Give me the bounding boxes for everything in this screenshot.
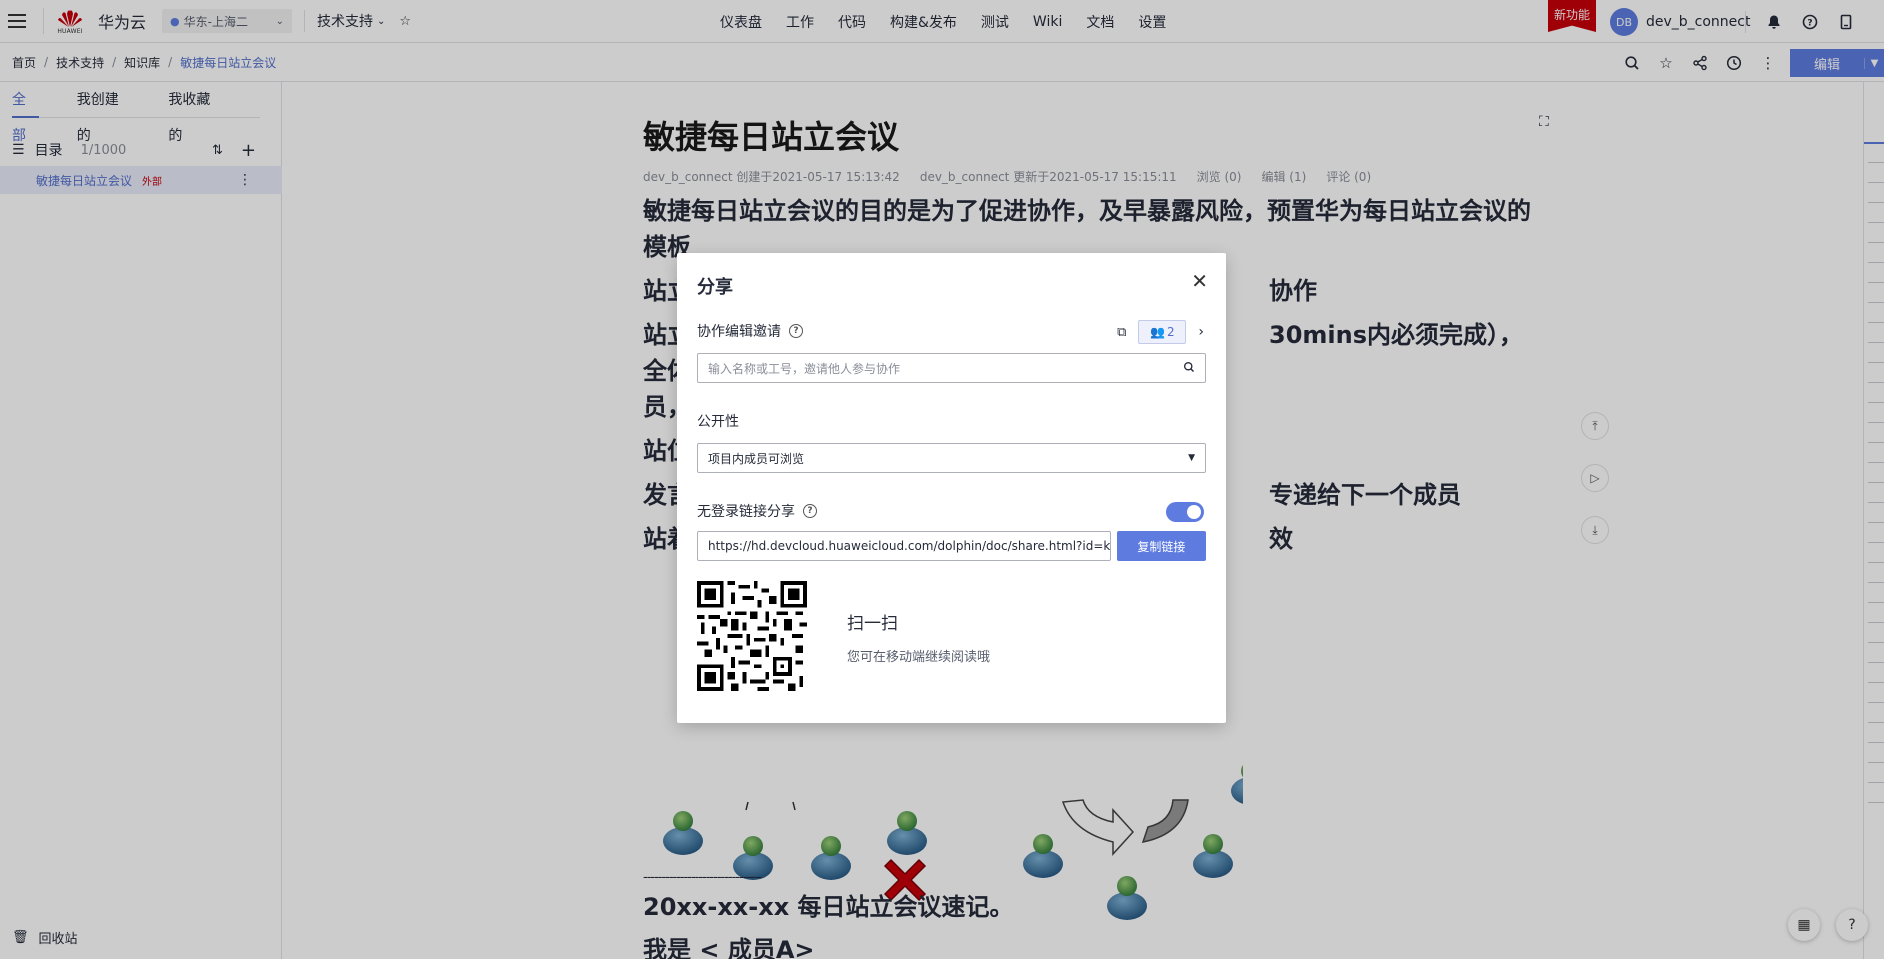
close-icon[interactable]: ✕ (1191, 271, 1208, 291)
visibility-select[interactable]: 项目内成员可浏览 ▼ (697, 443, 1206, 473)
visibility-label: 公开性 (697, 414, 739, 430)
help-icon[interactable]: ? (789, 324, 803, 338)
help-icon[interactable]: ? (803, 504, 817, 518)
invite-search-input[interactable]: 输入名称或工号，邀请他人参与协作 (697, 353, 1206, 383)
share-link-row: https://hd.devcloud.huaweicloud.com/dolp… (697, 531, 1206, 561)
invite-placeholder: 输入名称或工号，邀请他人参与协作 (708, 361, 901, 376)
nologin-share-label: 无登录链接分享 (697, 504, 795, 520)
member-count: 2 (1167, 325, 1175, 339)
share-link-input[interactable]: https://hd.devcloud.huaweicloud.com/dolp… (697, 531, 1111, 561)
users-icon: 👥 (1150, 325, 1166, 339)
chevron-right-icon[interactable]: › (1198, 324, 1204, 340)
collab-tools: ⧉ 👥 2 › (1117, 320, 1204, 344)
scan-info: 扫一扫 您可在移动端继续阅读哦 (847, 609, 990, 691)
nologin-share-label-row: 无登录链接分享 ? (697, 501, 1206, 521)
copy-icon[interactable]: ⧉ (1117, 325, 1126, 340)
nologin-share-toggle[interactable] (1166, 502, 1204, 522)
dialog-title: 分享 (697, 277, 733, 298)
share-dialog: 分享 ✕ 协作编辑邀请 ? ⧉ 👥 2 › 输入名称或工号，邀请他人参与协作 公… (677, 253, 1226, 723)
caret-down-icon: ▼ (1188, 453, 1195, 463)
search-icon[interactable] (1183, 361, 1195, 376)
qr-block: 扫一扫 您可在移动端继续阅读哦 (697, 581, 1206, 691)
scan-title: 扫一扫 (847, 614, 898, 634)
copy-link-button[interactable]: 复制链接 (1116, 531, 1206, 561)
collab-invite-label: 协作编辑邀请 (697, 324, 781, 340)
member-count-button[interactable]: 👥 2 (1138, 320, 1187, 344)
qr-code (697, 581, 807, 691)
visibility-value: 项目内成员可浏览 (708, 451, 805, 466)
scan-description: 您可在移动端继续阅读哦 (847, 650, 991, 665)
